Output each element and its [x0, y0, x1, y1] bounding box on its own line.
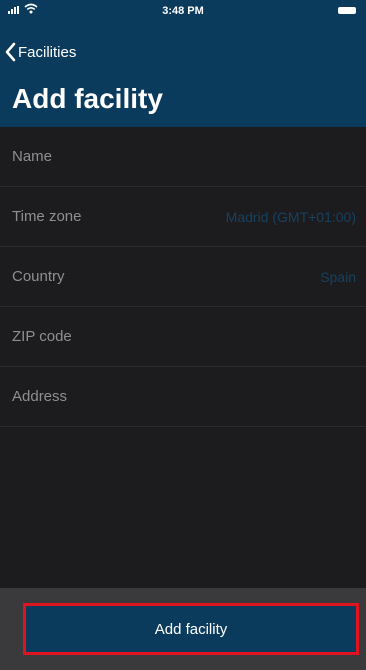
field-label: ZIP code: [12, 328, 72, 345]
zip-code-field[interactable]: ZIP code: [0, 307, 366, 367]
field-label: Name: [12, 148, 53, 165]
address-field[interactable]: Address: [0, 367, 366, 427]
back-button[interactable]: Facilities: [4, 40, 76, 64]
back-label: Facilities: [18, 43, 77, 61]
field-value: Madrid (GMT+01:00): [225, 209, 356, 225]
battery-icon: [338, 7, 356, 14]
status-bar: 3:48 PM: [0, 0, 366, 22]
country-field[interactable]: Country Spain: [0, 247, 366, 307]
name-field[interactable]: Name: [0, 127, 366, 187]
facility-form: Name Time zone Madrid (GMT+01:00) Countr…: [0, 127, 366, 427]
add-facility-button[interactable]: Add facility: [23, 603, 359, 655]
field-label: Time zone: [12, 208, 82, 225]
field-value: Spain: [320, 269, 356, 285]
navigation-header: 3:48 PM Facilities Add facility: [0, 0, 366, 127]
chevron-left-icon: [5, 42, 16, 62]
time-zone-field[interactable]: Time zone Madrid (GMT+01:00): [0, 187, 366, 247]
status-time: 3:48 PM: [162, 5, 204, 17]
page-title: Add facility: [12, 83, 163, 114]
field-label: Country: [12, 268, 65, 285]
field-label: Address: [12, 388, 68, 405]
